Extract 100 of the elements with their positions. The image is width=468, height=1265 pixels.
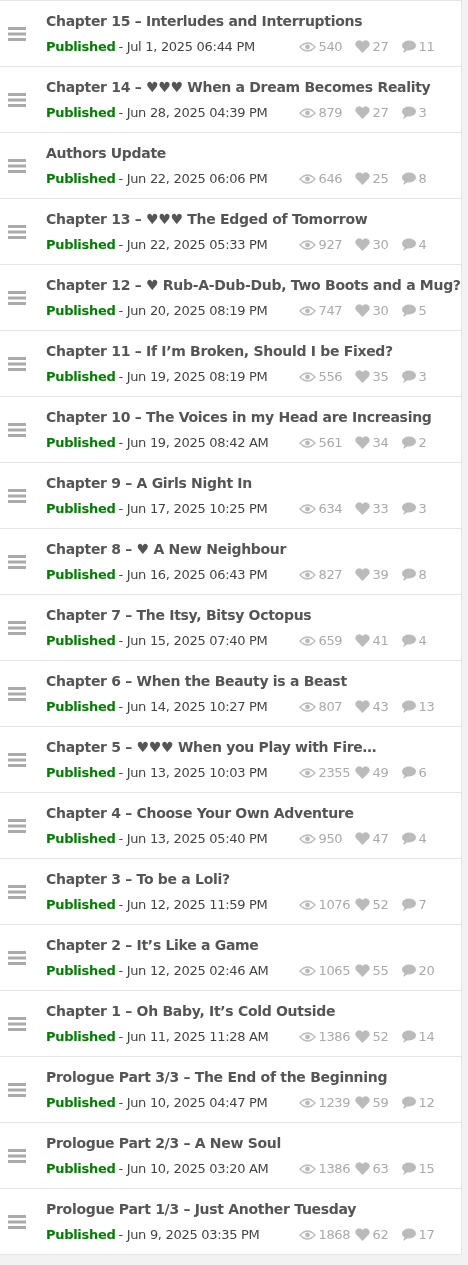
view-count: 1386 bbox=[318, 1027, 351, 1046]
drag-handle-icon[interactable] bbox=[8, 488, 26, 503]
drag-handle-icon[interactable] bbox=[8, 620, 26, 635]
chapter-title[interactable]: Chapter 2 – It’s Like a Game bbox=[46, 934, 435, 956]
comment-icon bbox=[401, 1162, 417, 1175]
chapter-title[interactable]: Chapter 1 – Oh Baby, It’s Cold Outside bbox=[46, 1000, 435, 1022]
publish-date: - Jun 16, 2025 06:43 PM bbox=[118, 565, 269, 584]
view-count: 1065 bbox=[318, 961, 351, 980]
view-count: 540 bbox=[318, 37, 343, 56]
comment-icon bbox=[401, 106, 417, 119]
eye-icon bbox=[299, 1163, 317, 1174]
like-count: 25 bbox=[372, 169, 389, 188]
drag-handle-icon[interactable] bbox=[8, 1016, 26, 1031]
like-count: 55 bbox=[372, 961, 389, 980]
drag-handle-icon[interactable] bbox=[8, 26, 26, 41]
chapter-title[interactable]: Chapter 6 – When the Beauty is a Beast bbox=[46, 670, 435, 692]
chapter-title[interactable]: Prologue Part 2/3 – A New Soul bbox=[46, 1132, 435, 1154]
publish-date: - Jun 22, 2025 06:06 PM bbox=[118, 169, 269, 188]
heart-icon bbox=[355, 1162, 371, 1175]
drag-handle-icon[interactable] bbox=[8, 356, 26, 371]
drag-handle-icon[interactable] bbox=[8, 818, 26, 833]
like-count: 62 bbox=[372, 1225, 389, 1244]
status-label: Published bbox=[46, 1159, 116, 1178]
drag-handle-icon[interactable] bbox=[8, 1082, 26, 1097]
comment-count: 3 bbox=[418, 367, 427, 386]
chapter-title[interactable]: Chapter 15 – Interludes and Interruptions bbox=[46, 10, 435, 32]
heart-icon bbox=[355, 370, 371, 383]
comment-count: 11 bbox=[418, 37, 435, 56]
drag-handle-icon[interactable] bbox=[8, 950, 26, 965]
chapter-title[interactable]: Authors Update bbox=[46, 142, 427, 164]
comment-icon bbox=[401, 1030, 417, 1043]
drag-handle-icon[interactable] bbox=[8, 422, 26, 437]
like-count: 59 bbox=[372, 1093, 389, 1112]
status-label: Published bbox=[46, 301, 116, 320]
status-label: Published bbox=[46, 763, 116, 782]
view-count: 561 bbox=[318, 433, 343, 452]
eye-icon bbox=[299, 107, 317, 118]
comment-count: 6 bbox=[418, 763, 427, 782]
chapter-title[interactable]: Chapter 3 – To be a Loli? bbox=[46, 868, 427, 890]
publish-date: - Jun 11, 2025 11:28 AM bbox=[118, 1027, 270, 1046]
publish-date: - Jun 19, 2025 08:42 AM bbox=[118, 433, 270, 452]
comment-icon bbox=[401, 1228, 417, 1241]
comment-icon bbox=[401, 766, 417, 779]
heart-icon bbox=[355, 106, 371, 119]
eye-icon bbox=[299, 899, 317, 910]
chapter-title[interactable]: Chapter 5 – ♥♥♥ When you Play with Fire… bbox=[46, 736, 427, 758]
comment-count: 3 bbox=[418, 499, 427, 518]
chapter-title[interactable]: Prologue Part 1/3 – Just Another Tuesday bbox=[46, 1198, 435, 1220]
drag-handle-icon[interactable] bbox=[8, 752, 26, 767]
comment-count: 5 bbox=[418, 301, 427, 320]
heart-icon bbox=[355, 436, 371, 449]
status-label: Published bbox=[46, 169, 116, 188]
drag-handle-icon[interactable] bbox=[8, 1214, 26, 1229]
chapter-title[interactable]: Chapter 9 – A Girls Night In bbox=[46, 472, 427, 494]
drag-handle-icon[interactable] bbox=[8, 1148, 26, 1163]
chapter-title[interactable]: Chapter 10 – The Voices in my Head are Increasing bbox=[46, 406, 432, 428]
chapter-title[interactable]: Chapter 14 – ♥♥♥ When a Dream Becomes Reality bbox=[46, 76, 431, 98]
eye-icon bbox=[299, 701, 317, 712]
chapter-title[interactable]: Chapter 12 – ♥ Rub-A-Dub-Dub, Two Boots and a Mug? bbox=[46, 274, 461, 296]
chapter-title[interactable]: Chapter 7 – The Itsy, Bitsy Octopus bbox=[46, 604, 427, 626]
eye-icon bbox=[299, 1229, 317, 1240]
drag-handle-icon[interactable] bbox=[8, 158, 26, 173]
comment-icon bbox=[401, 700, 417, 713]
heart-icon bbox=[355, 964, 371, 977]
comment-count: 4 bbox=[418, 235, 427, 254]
view-count: 634 bbox=[318, 499, 343, 518]
publish-date: - Jun 28, 2025 04:39 PM bbox=[118, 103, 269, 122]
drag-handle-icon[interactable] bbox=[8, 224, 26, 239]
view-count: 950 bbox=[318, 829, 343, 848]
heart-icon bbox=[355, 634, 371, 647]
comment-icon bbox=[401, 964, 417, 977]
eye-icon bbox=[299, 833, 317, 844]
drag-handle-icon[interactable] bbox=[8, 290, 26, 305]
comment-icon bbox=[401, 832, 417, 845]
view-count: 556 bbox=[318, 367, 343, 386]
chapter-title[interactable]: Prologue Part 3/3 – The End of the Beginning bbox=[46, 1066, 435, 1088]
drag-handle-icon[interactable] bbox=[8, 92, 26, 107]
view-count: 1076 bbox=[318, 895, 351, 914]
status-label: Published bbox=[46, 631, 116, 650]
status-label: Published bbox=[46, 961, 116, 980]
comment-icon bbox=[401, 304, 417, 317]
heart-icon bbox=[355, 832, 371, 845]
like-count: 52 bbox=[372, 895, 389, 914]
heart-icon bbox=[355, 568, 371, 581]
publish-date: - Jun 12, 2025 02:46 AM bbox=[118, 961, 270, 980]
chapter-title[interactable]: Chapter 8 – ♥ A New Neighbour bbox=[46, 538, 427, 560]
chapter-title[interactable]: Chapter 4 – Choose Your Own Adventure bbox=[46, 802, 427, 824]
comment-count: 12 bbox=[418, 1093, 435, 1112]
like-count: 30 bbox=[372, 301, 389, 320]
comment-icon bbox=[401, 898, 417, 911]
chapter-title[interactable]: Chapter 11 – If I’m Broken, Should I be Fixed? bbox=[46, 340, 427, 362]
drag-handle-icon[interactable] bbox=[8, 686, 26, 701]
drag-handle-icon[interactable] bbox=[8, 884, 26, 899]
comment-icon bbox=[401, 634, 417, 647]
comment-icon bbox=[401, 370, 417, 383]
heart-icon bbox=[355, 304, 371, 317]
chapter-title[interactable]: Chapter 13 – ♥♥♥ The Edged of Tomorrow bbox=[46, 208, 427, 230]
publish-date: - Jun 12, 2025 11:59 PM bbox=[118, 895, 269, 914]
drag-handle-icon[interactable] bbox=[8, 554, 26, 569]
publish-date: - Jun 10, 2025 04:47 PM bbox=[118, 1093, 269, 1112]
